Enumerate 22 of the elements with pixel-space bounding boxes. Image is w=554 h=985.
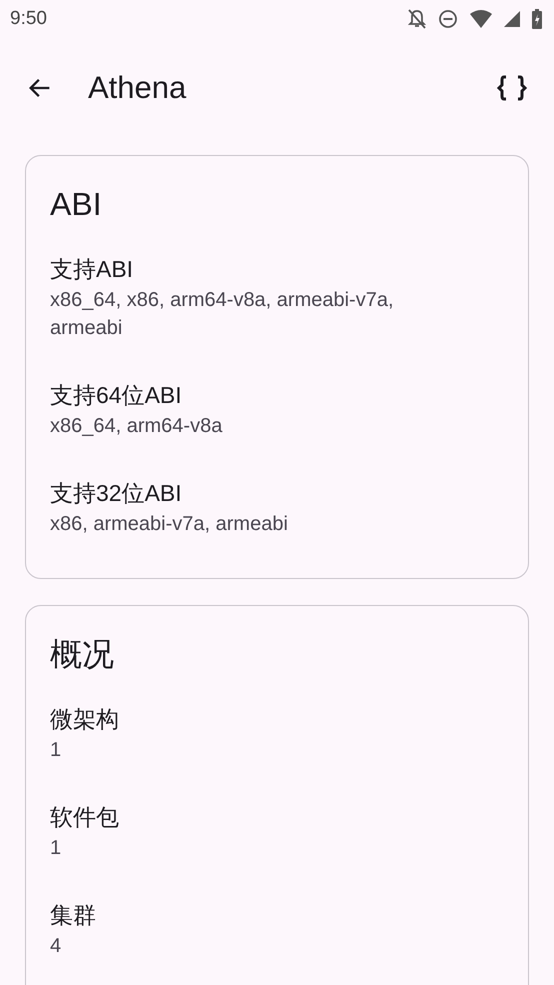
- item-label: 支持ABI: [50, 255, 134, 284]
- item-value: 1: [50, 738, 62, 763]
- toolbar-title: Athena: [88, 70, 188, 106]
- do-not-disturb-icon: [438, 9, 458, 29]
- battery-icon: [532, 9, 542, 29]
- item-value: x86, armeabi-v7a, armeabi: [50, 512, 289, 537]
- item-value: 4: [50, 934, 62, 959]
- item-value: x86_64, arm64-v8a: [50, 414, 224, 439]
- item-label: 软件包: [50, 803, 120, 832]
- item-label: 支持32位ABI: [50, 479, 183, 508]
- item-label: 集群: [50, 901, 97, 930]
- item-label: 微架构: [50, 705, 120, 734]
- card-title: 概况: [50, 635, 115, 674]
- item-value: 1: [50, 836, 62, 861]
- item-label: 支持64位ABI: [50, 381, 183, 410]
- braces-icon: [496, 74, 528, 102]
- status-time: 9:50: [10, 8, 47, 30]
- signal-icon: [504, 11, 520, 27]
- bell-off-icon: [408, 9, 426, 29]
- card-title: ABI: [50, 185, 103, 224]
- wifi-icon: [470, 10, 492, 28]
- item-value: x86_64, x86, arm64-v8a, armeabi-v7a, armeabi: [50, 288, 395, 341]
